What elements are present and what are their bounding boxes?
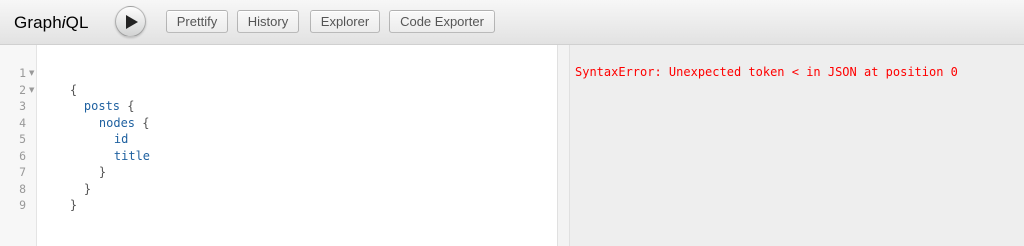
app-title: GraphiQL — [14, 13, 89, 33]
code-line: } — [55, 164, 91, 196]
fold-arrow-icon[interactable]: ▼ — [29, 65, 34, 82]
line-number: 5 — [19, 132, 26, 146]
brace: } — [69, 198, 78, 212]
code-line: } — [41, 181, 77, 212]
code-line: nodes { — [70, 98, 150, 130]
result-pane: SyntaxError: Unexpected token < in JSON … — [570, 45, 1024, 246]
line-number: 4 — [19, 115, 26, 130]
prettify-button[interactable]: Prettify — [166, 10, 228, 33]
line-number: 8 — [19, 181, 26, 196]
line-number: 7 — [19, 165, 26, 179]
toolbar: GraphiQL Prettify History Explorer Code … — [0, 0, 1024, 45]
code-line: { — [41, 65, 77, 97]
code-line: id — [85, 115, 128, 146]
code-line: } — [70, 148, 106, 179]
pane-resize-handle[interactable] — [557, 45, 570, 246]
error-message: SyntaxError: Unexpected token < in JSON … — [575, 65, 958, 79]
query-editor[interactable]: { posts { nodes { id title } } } — [37, 45, 557, 246]
field-name: title — [113, 148, 151, 163]
history-button[interactable]: History — [237, 10, 299, 33]
app-title-suffix: QL — [65, 13, 89, 32]
line-number: 9 — [19, 198, 26, 212]
line-number: 6 — [19, 148, 26, 163]
line-number: 2 — [19, 82, 26, 97]
brace: } — [98, 165, 107, 179]
app-title-prefix: Graph — [14, 13, 62, 32]
fold-arrow-icon[interactable]: ▼ — [29, 82, 34, 99]
play-icon — [126, 15, 138, 29]
code-line: title — [85, 131, 150, 163]
brace: } — [83, 181, 92, 196]
line-number: 3 — [19, 99, 26, 113]
line-number-gutter: 1 ▼ 2 ▼ 3 4 5 6 7 8 9 — [0, 45, 37, 246]
line-number: 1 — [19, 66, 26, 80]
code-exporter-button[interactable]: Code Exporter — [389, 10, 495, 33]
execute-query-button[interactable] — [115, 6, 146, 37]
brace: { — [135, 115, 150, 130]
explorer-button[interactable]: Explorer — [310, 10, 380, 33]
code-line: posts { — [55, 82, 135, 113]
